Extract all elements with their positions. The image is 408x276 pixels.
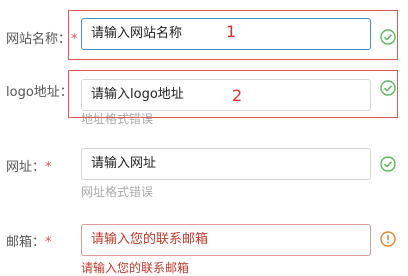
annotation-number-1: 1	[226, 22, 237, 41]
email-input[interactable]: 请输入您的联系邮箱	[81, 224, 371, 256]
url-hint: 网址格式错误	[81, 185, 154, 199]
logo-url-label: logo地址：	[6, 85, 73, 100]
check-circle-icon	[380, 156, 396, 172]
annotation-number-2: 2	[232, 86, 243, 105]
url-input[interactable]: 请输入网址	[81, 148, 371, 180]
site-name-label: 网站名称：*	[6, 32, 78, 47]
email-error-message: 请输入您的联系邮箱	[81, 261, 190, 275]
required-mark: *	[45, 160, 52, 175]
url-label: 网址：*	[6, 160, 52, 175]
exclamation-circle-icon	[380, 231, 396, 247]
required-mark: *	[45, 235, 52, 250]
email-label: 邮箱：*	[6, 235, 52, 250]
email-placeholder: 请输入您的联系邮箱	[91, 232, 209, 247]
url-placeholder: 请输入网址	[91, 156, 157, 171]
